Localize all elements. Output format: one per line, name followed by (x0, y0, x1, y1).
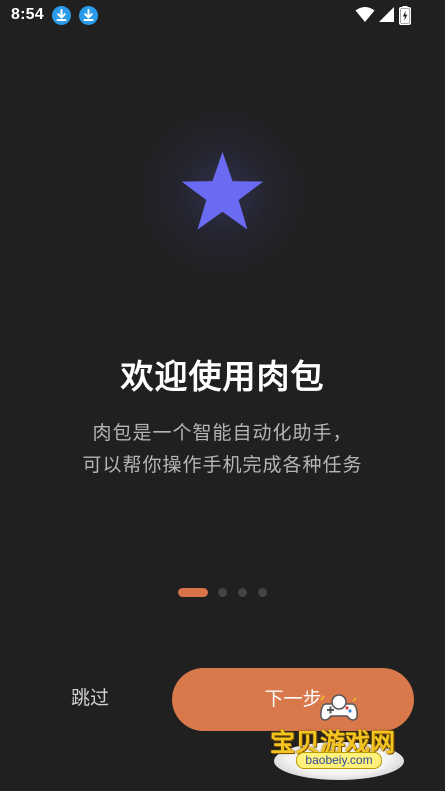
gamepad-icon (320, 694, 358, 721)
page-dot (218, 588, 227, 597)
star-icon (181, 151, 264, 230)
download-icon (52, 6, 71, 25)
page-dot-active (178, 588, 208, 597)
battery-charging-icon (399, 6, 411, 25)
status-bar: 8:54 (0, 0, 445, 32)
skip-button[interactable]: 跳过 (55, 682, 125, 714)
page-dot (238, 588, 247, 597)
watermark-logo: 宝贝游戏网 baobeiy.com (268, 690, 418, 791)
page-dot (258, 588, 267, 597)
download-icon (79, 6, 98, 25)
status-time: 8:54 (11, 6, 44, 23)
page-title: 欢迎使用肉包 (120, 357, 325, 396)
subtitle-line: 可以帮你操作手机完成各种任务 (82, 454, 363, 476)
subtitle-line: 肉包是一个智能自动化助手， (92, 422, 353, 444)
signal-icon (379, 7, 394, 22)
wifi-icon (355, 7, 375, 22)
system-status-icons (355, 6, 415, 25)
watermark-url: baobeiy.com (296, 752, 382, 769)
